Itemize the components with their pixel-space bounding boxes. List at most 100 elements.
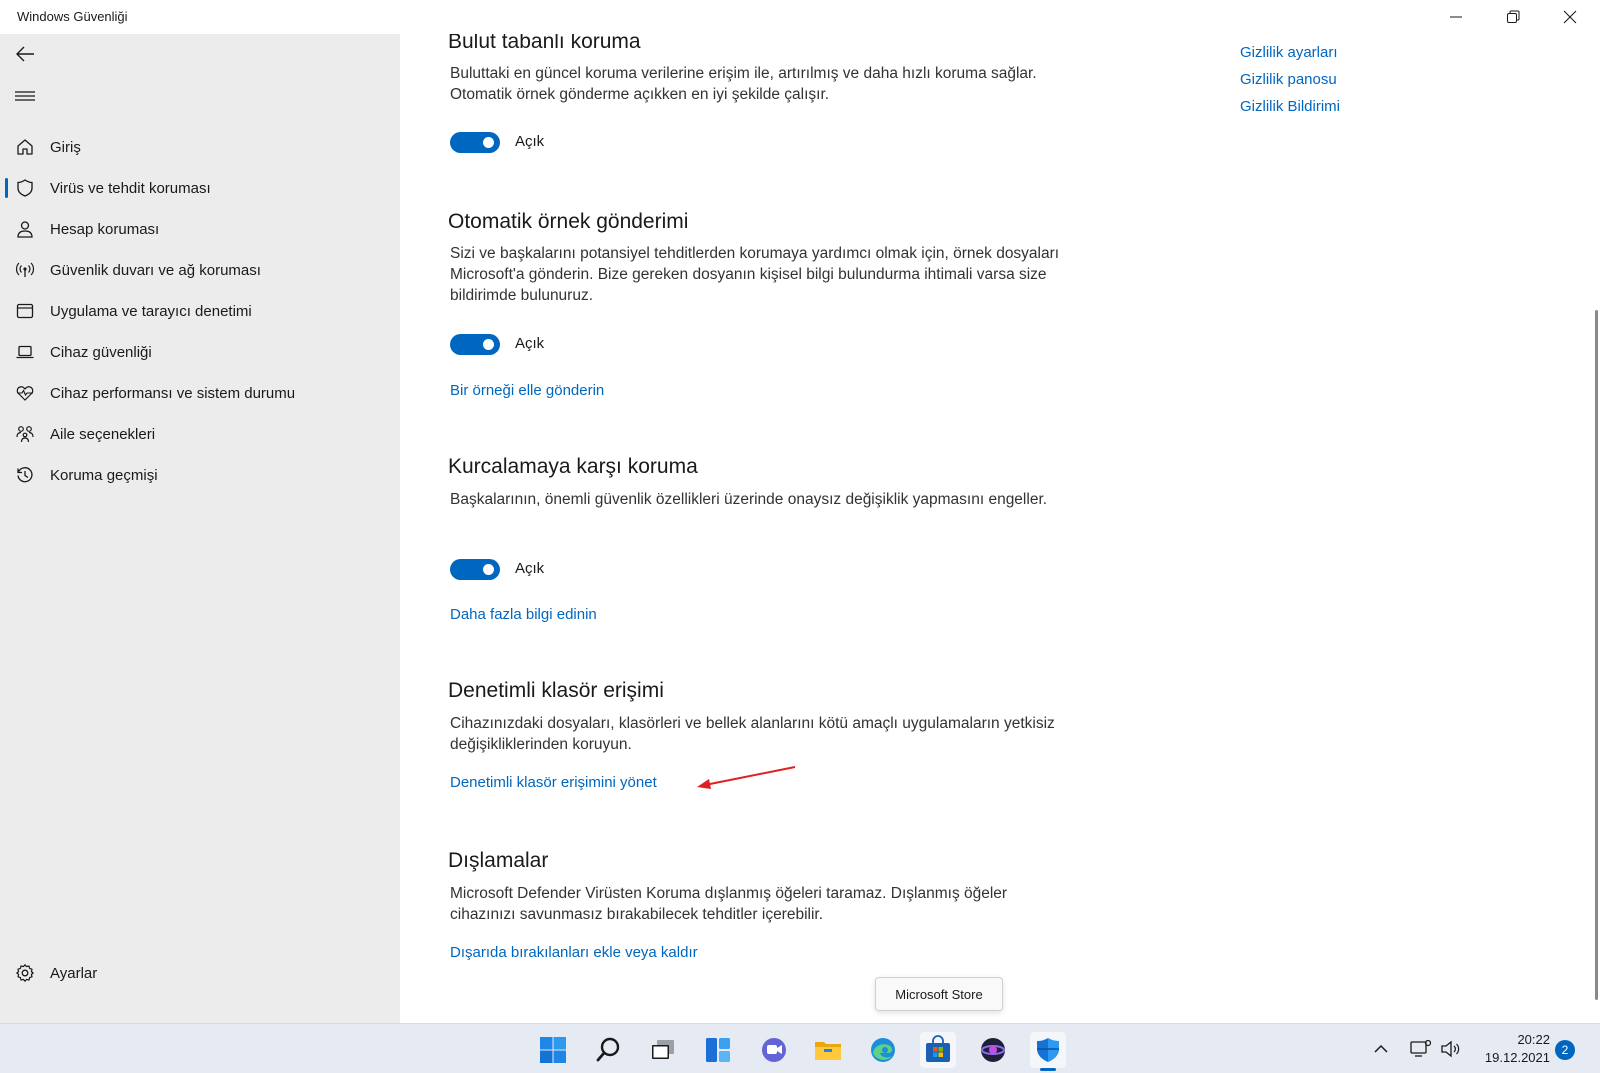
main-content: Gizlilik ayarları Gizlilik panosu Gizlil…: [400, 34, 1600, 1023]
windows-security-icon: [1037, 1038, 1059, 1062]
chevron-up-icon: [1374, 1044, 1388, 1053]
tamper-protection-title: Kurcalamaya karşı koruma: [448, 455, 698, 478]
vertical-scrollbar[interactable]: [1595, 310, 1598, 1000]
app-button[interactable]: [975, 1032, 1011, 1068]
title-bar: Windows Güvenliği: [0, 0, 1600, 34]
sidebar-item-label: Virüs ve tehdit koruması: [50, 179, 211, 197]
minimize-icon: [1450, 16, 1462, 18]
browser-window-icon: [14, 300, 36, 322]
file-explorer-icon: [815, 1042, 841, 1060]
sidebar-item-device-performance[interactable]: Cihaz performansı ve sistem durumu: [0, 374, 400, 412]
exclusions-description: Microsoft Defender Virüsten Koruma dışla…: [450, 885, 1008, 923]
sidebar-item-label: Güvenlik duvarı ve ağ koruması: [50, 261, 261, 279]
annotation-arrow-icon: [697, 766, 796, 789]
sidebar-item-home[interactable]: Giriş: [0, 128, 400, 166]
sidebar-item-label: Koruma geçmişi: [50, 466, 158, 484]
start-button[interactable]: [535, 1032, 571, 1068]
edge-button[interactable]: [865, 1032, 901, 1068]
widgets-icon: [706, 1038, 730, 1062]
sidebar-item-label: Giriş: [50, 138, 81, 156]
notification-badge[interactable]: 2: [1555, 1040, 1575, 1060]
clock-time: 20:22: [1517, 1032, 1550, 1047]
hamburger-menu-icon: [15, 91, 35, 101]
manage-controlled-folder-access-link[interactable]: Denetimli klasör erişimini yönet: [450, 774, 657, 791]
speaker-icon: [1441, 1040, 1460, 1058]
sidebar-item-account-protection[interactable]: Hesap koruması: [0, 210, 400, 248]
sidebar-item-firewall[interactable]: Güvenlik duvarı ve ağ koruması: [0, 251, 400, 289]
exclusions-title: Dışlamalar: [448, 849, 549, 872]
menu-button[interactable]: [10, 81, 40, 111]
cloud-protection-toggle-label: Açık: [515, 133, 545, 150]
clock[interactable]: 20:22 19.12.2021: [1478, 1031, 1550, 1067]
volume-button[interactable]: [1438, 1036, 1464, 1062]
tamper-protection-toggle-label: Açık: [515, 560, 545, 577]
task-view-button[interactable]: [645, 1032, 681, 1068]
microsoft-store-button[interactable]: [920, 1032, 956, 1068]
network-icon: [1410, 1039, 1432, 1057]
sidebar-item-label: Hesap koruması: [50, 220, 160, 238]
network-status-button[interactable]: [1408, 1036, 1434, 1062]
close-icon: [1563, 10, 1577, 24]
toggle-knob: [483, 564, 494, 575]
window-title: Windows Güvenliği: [17, 9, 128, 24]
learn-more-link[interactable]: Daha fazla bilgi edinin: [450, 606, 597, 623]
submit-sample-manually-link[interactable]: Bir örneği elle gönderin: [450, 382, 604, 399]
active-app-indicator: [1040, 1068, 1056, 1071]
close-button[interactable]: [1542, 0, 1598, 34]
windows-security-button[interactable]: [1030, 1032, 1066, 1068]
search-button[interactable]: [591, 1032, 627, 1068]
restore-icon: [1507, 10, 1520, 23]
tamper-protection-description: Başkalarının, önemli güvenlik özellikler…: [450, 491, 1048, 508]
laptop-icon: [14, 341, 36, 363]
heart-pulse-icon: [14, 382, 36, 404]
cloud-protection-toggle[interactable]: [450, 132, 500, 153]
antenna-icon: [14, 259, 36, 281]
cloud-protection-description: Buluttaki en güncel koruma verilerine er…: [450, 65, 1037, 103]
taskbar: 20:22 19.12.2021 2: [0, 1023, 1600, 1073]
person-icon: [14, 218, 36, 240]
sample-submission-toggle-label: Açık: [515, 335, 545, 352]
tamper-protection-toggle[interactable]: [450, 559, 500, 580]
sidebar-item-family-options[interactable]: Aile seçenekleri: [0, 415, 400, 453]
show-hidden-icons-button[interactable]: [1368, 1036, 1394, 1062]
toggle-knob: [483, 137, 494, 148]
widgets-button[interactable]: [700, 1032, 736, 1068]
shield-icon: [14, 177, 36, 199]
sidebar-item-label: Uygulama ve tarayıcı denetimi: [50, 302, 252, 320]
privacy-dashboard-link[interactable]: Gizlilik panosu: [1240, 71, 1337, 88]
file-explorer-button[interactable]: [810, 1032, 846, 1068]
chat-button[interactable]: [756, 1032, 792, 1068]
sidebar-item-app-browser-control[interactable]: Uygulama ve tarayıcı denetimi: [0, 292, 400, 330]
settings-label: Ayarlar: [50, 964, 98, 982]
minimize-button[interactable]: [1428, 0, 1484, 34]
sidebar-item-settings[interactable]: Ayarlar: [0, 954, 400, 992]
sidebar-item-device-security[interactable]: Cihaz güvenliği: [0, 333, 400, 371]
add-remove-exclusions-link[interactable]: Dışarıda bırakılanları ekle veya kaldır: [450, 944, 698, 961]
gear-icon: [14, 962, 36, 984]
home-icon: [14, 136, 36, 158]
sidebar-item-protection-history[interactable]: Koruma geçmişi: [0, 456, 400, 494]
sidebar: Giriş Virüs ve tehdit koruması Hesap kor…: [0, 34, 400, 1023]
windows-start-icon: [540, 1037, 566, 1063]
restore-button[interactable]: [1485, 0, 1541, 34]
sample-submission-description: Sizi ve başkalarını potansiyel tehditler…: [450, 245, 1060, 304]
sidebar-item-label: Cihaz performansı ve sistem durumu: [50, 384, 296, 402]
back-arrow-icon: [16, 46, 34, 62]
controlled-folder-access-title: Denetimli klasör erişimi: [448, 679, 664, 702]
privacy-settings-link[interactable]: Gizlilik ayarları: [1240, 44, 1338, 61]
sample-submission-toggle[interactable]: [450, 334, 500, 355]
sample-submission-title: Otomatik örnek gönderimi: [448, 210, 689, 233]
back-button[interactable]: [10, 39, 40, 69]
edge-icon: [871, 1038, 895, 1062]
sidebar-item-virus-protection[interactable]: Virüs ve tehdit koruması: [0, 169, 400, 207]
clock-date: 19.12.2021: [1484, 1050, 1550, 1065]
controlled-folder-access-description: Cihazınızdaki dosyaları, klasörleri ve b…: [450, 715, 1055, 753]
app-icon: [981, 1038, 1005, 1062]
privacy-statement-link[interactable]: Gizlilik Bildirimi: [1240, 98, 1340, 115]
toggle-knob: [483, 339, 494, 350]
search-icon: [596, 1037, 620, 1062]
sidebar-item-label: Aile seçenekleri: [50, 425, 156, 443]
taskbar-tooltip: Microsoft Store: [875, 977, 1003, 1011]
task-view-icon: [652, 1040, 674, 1059]
microsoft-store-icon: [926, 1035, 950, 1062]
